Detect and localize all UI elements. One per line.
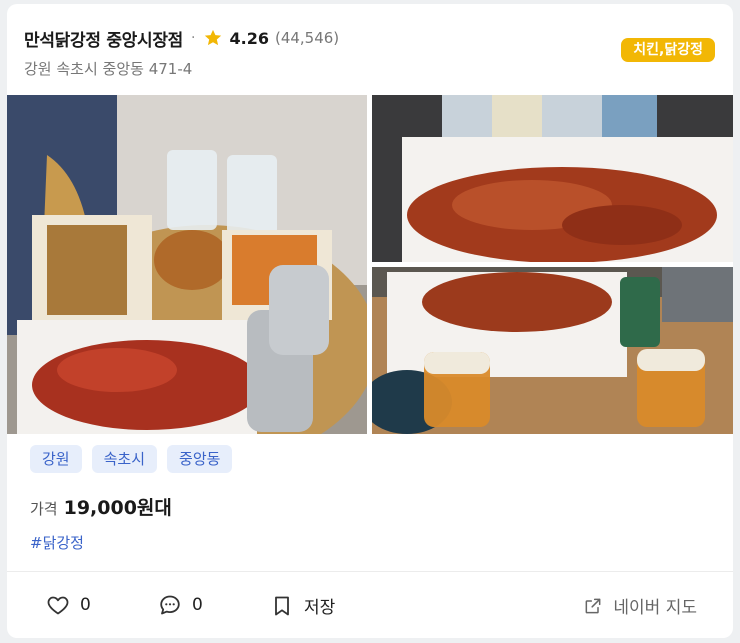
like-button[interactable]: 0 xyxy=(46,593,91,617)
store-address: 강원 속초시 중앙동 471-4 xyxy=(24,60,193,78)
comment-button[interactable]: 0 xyxy=(158,593,203,617)
price-label: 가격 xyxy=(30,500,58,518)
food-photo-main[interactable] xyxy=(7,95,367,434)
price-value: 19,000원대 xyxy=(63,497,172,519)
save-label: 저장 xyxy=(304,598,336,618)
like-count: 0 xyxy=(80,595,91,615)
rating-value: 4.26 xyxy=(229,28,269,48)
food-photo-bottom[interactable] xyxy=(372,267,733,434)
region-tag-city[interactable]: 속초시 xyxy=(91,445,158,473)
store-name[interactable]: 만석닭강정 중앙시장점 xyxy=(24,26,183,51)
category-badge: 치킨,닭강정 xyxy=(621,38,715,62)
separator-dot: · xyxy=(191,30,196,46)
review-count[interactable]: (44,546) xyxy=(275,29,339,47)
title-row: 만석닭강정 중앙시장점 · 4.26 (44,546) xyxy=(24,26,716,51)
save-button[interactable]: 저장 xyxy=(270,593,335,618)
comment-icon xyxy=(160,595,180,615)
region-tags: 강원 속초시 중앙동 xyxy=(30,445,233,473)
photo-gallery xyxy=(7,95,733,434)
region-tag-province[interactable]: 강원 xyxy=(30,445,82,473)
external-link-icon xyxy=(585,598,601,613)
price-row: 가격 19,000원대 xyxy=(30,493,172,520)
restaurant-card[interactable]: 만석닭강정 중앙시장점 · 4.26 (44,546) 강원 속초시 중앙동 4… xyxy=(7,4,733,638)
naver-map-label: 네이버 지도 xyxy=(613,598,697,618)
bookmark-icon xyxy=(275,596,289,615)
heart-icon xyxy=(47,596,69,615)
card-header: 만석닭강정 중앙시장점 · 4.26 (44,546) 강원 속초시 중앙동 4… xyxy=(24,26,716,86)
food-photo-top[interactable] xyxy=(372,95,733,262)
action-bar: 0 0 저장 네이버 지도 xyxy=(7,572,733,638)
comment-count: 0 xyxy=(192,595,203,615)
naver-map-link[interactable]: 네이버 지도 xyxy=(583,593,697,618)
star-icon xyxy=(205,29,222,46)
region-tag-district[interactable]: 중앙동 xyxy=(167,445,233,473)
hashtag-link[interactable]: #닭강정 xyxy=(30,532,84,553)
